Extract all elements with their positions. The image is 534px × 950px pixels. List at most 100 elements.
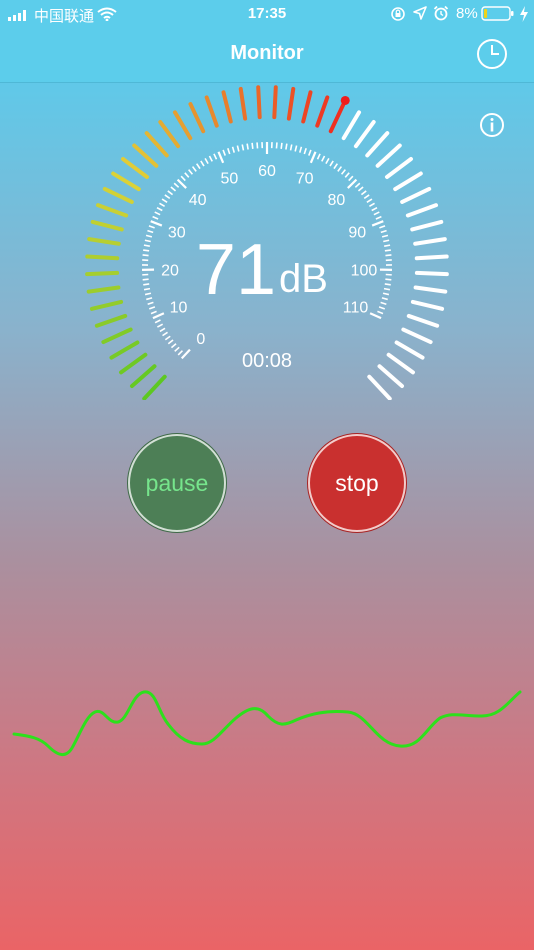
scale-tick-minor [380,301,387,305]
clock-time: 17:35 [247,5,287,22]
scale-tick-minor [142,254,149,257]
scale-tick-minor [231,146,236,153]
stop-button[interactable]: stop [308,434,406,532]
scale-tick-minor [385,254,392,257]
scale-tick-minor [373,211,380,216]
scale-tick-minor [340,169,346,175]
scale-label: 110 [343,300,369,317]
db-unit: dB [279,257,328,301]
status-bar: 中国联通 17:35 8% [0,0,534,28]
scale-tick-major [152,312,165,320]
scale-tick-minor [222,149,226,156]
scale-tick-minor [147,301,154,305]
sound-level-gauge: 0 10 20 3040 50 60 70 8090 100 110 71 dB 00:08 [85,85,449,400]
scale-tick-minor [170,343,177,349]
level-tick [401,327,433,345]
scale-tick-minor [333,163,339,170]
scale-tick-minor [378,306,386,310]
scale-tick-minor [371,206,378,212]
level-tick-active [315,95,330,128]
level-tick [414,254,449,261]
scale-tick-minor [162,331,168,337]
level-tick [394,340,425,360]
scale-tick-minor [384,249,391,252]
level-tick-active [121,156,150,179]
scale-tick-minor [251,142,254,149]
level-tick-active [256,85,262,120]
scale-label: 30 [168,224,186,241]
level-tick-active [204,95,219,128]
scale-tick-minor [191,166,197,172]
level-tick [386,352,415,375]
level-tick [393,171,423,192]
stop-label: stop [335,469,379,496]
scale-tick-minor [381,297,388,301]
level-tick-active [85,254,120,261]
scale-tick-minor [200,160,205,167]
scale-tick-minor [159,327,166,333]
level-tick-active [102,186,134,204]
level-tick [341,110,362,141]
scale-tick-minor [316,153,321,160]
scale-tick-minor [227,148,231,155]
scale-tick-minor [144,292,152,296]
scale-tick-minor [294,145,298,152]
scale-tick-minor [289,144,293,151]
scale-tick-minor [303,148,307,155]
level-indicator-dot [340,95,350,105]
pause-button[interactable]: pause [128,434,226,532]
page-title: Monitor [230,42,304,64]
scale-label: 50 [220,171,238,188]
scale-tick-minor [384,244,391,247]
scale-tick-minor [188,169,194,175]
scale-tick-minor [157,323,164,328]
level-tick [367,374,392,400]
level-tick-active [95,203,129,218]
scale-tick-minor [368,202,375,208]
battery-percent: 8% [456,5,478,22]
level-tick-active [158,120,181,149]
level-tick [365,131,390,158]
rotation-lock-icon [391,7,405,21]
level-tick [375,143,402,168]
scale-tick-minor [143,249,150,252]
level-tick-active [90,219,124,232]
scale-tick-minor [161,198,168,204]
level-tick-active [286,86,296,121]
level-tick-active [142,374,167,400]
level-tick-active [172,110,193,141]
scale-tick-minor [180,175,186,182]
level-tick-active [301,90,313,124]
scale-tick-minor [143,244,150,247]
scale-tick-minor [383,287,391,291]
level-tick [413,237,447,246]
level-tick-active [85,270,120,277]
scale-tick-minor [146,297,153,301]
scale-label: 40 [189,192,207,209]
scale-tick-minor [167,190,174,196]
scale-tick-minor [344,172,350,178]
scale-tick-minor [298,146,303,153]
scale-label: 80 [327,192,345,209]
scale-tick-minor [184,172,190,178]
scale-tick-minor [337,166,343,172]
scale-label: 10 [170,300,188,317]
level-tick-active [221,90,233,124]
sound-waveform [12,690,522,756]
scale-tick-minor [329,160,334,167]
scale-tick-minor [379,225,386,229]
clock-icon[interactable] [476,38,508,70]
scale-tick-minor [308,149,312,156]
scale-tick-minor [167,339,174,345]
scale-tick-minor [382,292,390,296]
scale-tick-minor [147,229,154,234]
level-tick [377,364,405,389]
scale-tick-minor [384,283,391,286]
level-tick [400,186,432,204]
scale-tick-minor [236,145,240,152]
scale-tick-minor [381,234,389,238]
scale-tick-minor [213,153,218,160]
scale-tick-minor [246,143,249,150]
scale-tick-minor [144,239,151,243]
scale-tick-minor [375,215,382,220]
